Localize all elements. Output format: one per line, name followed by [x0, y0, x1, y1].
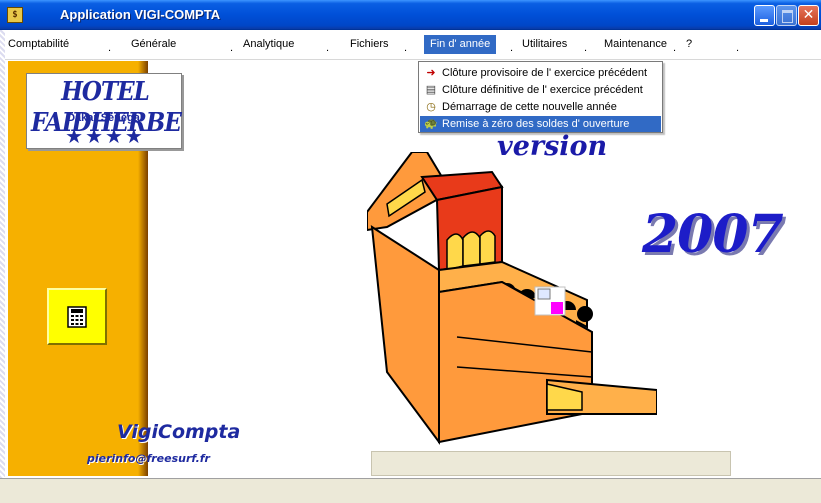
clock-icon: ◷: [426, 101, 436, 113]
brand-email[interactable]: pierinfo@freesurf.fr: [87, 452, 210, 465]
window-title: Application VIGI-COMPTA: [60, 7, 221, 22]
maximize-button[interactable]: [776, 5, 797, 26]
menu-separator: .: [404, 42, 408, 54]
dropdown-item-label: Clôture définitive de l' exercice précéd…: [442, 84, 643, 96]
menu-fichiers[interactable]: Fichiers: [350, 38, 389, 50]
archive-icon: ▤: [425, 84, 437, 96]
dropdown-item-cloture-definitive[interactable]: ▤ Clôture définitive de l' exercice préc…: [420, 82, 661, 98]
status-bar: [0, 478, 821, 503]
minimize-button[interactable]: [754, 5, 775, 26]
menu-bar: Comptabilité . Générale . Analytique . F…: [0, 30, 821, 60]
dropdown-item-label: Clôture provisoire de l' exercice précéd…: [442, 67, 648, 79]
close-icon: ✕: [802, 7, 815, 23]
menu-separator: .: [584, 42, 588, 54]
menu-separator: .: [326, 42, 330, 54]
menu-separator: .: [230, 42, 234, 54]
menu-maintenance[interactable]: Maintenance: [604, 38, 667, 50]
menu-fin-annee[interactable]: Fin d' année: [424, 35, 497, 54]
menu-separator: .: [108, 42, 112, 54]
dropdown-item-label: Remise à zéro des soldes d' ouverture: [442, 118, 630, 130]
dropdown-item-cloture-provisoire[interactable]: ➜ Clôture provisoire de l' exercice préc…: [420, 65, 661, 81]
app-window: $ Application VIGI-COMPTA ✕ Comptabilité…: [0, 0, 821, 503]
hotel-logo: HOTEL FAIDHERBE Dakar Sénégal ★★★★: [26, 73, 182, 149]
fin-annee-dropdown: ➜ Clôture provisoire de l' exercice préc…: [418, 61, 663, 133]
exit-arrow-icon: ➜: [426, 67, 436, 79]
version-year: 2007: [642, 204, 784, 265]
window-frame: [0, 30, 5, 478]
dropdown-item-remise-a-zero[interactable]: 🐢 Remise à zéro des soldes d' ouverture: [420, 116, 661, 132]
dropdown-item-label: Démarrage de cette nouvelle année: [442, 101, 617, 113]
menu-separator: .: [736, 42, 740, 54]
menu-comptabilite[interactable]: Comptabilité: [8, 38, 69, 50]
menu-generale[interactable]: Générale: [131, 38, 176, 50]
hotel-location: Dakar Sénégal: [67, 112, 143, 124]
menu-utilitaires[interactable]: Utilitaires: [522, 38, 567, 50]
menu-separator: .: [510, 42, 514, 54]
menu-separator: .: [673, 42, 677, 54]
app-icon[interactable]: $: [7, 7, 23, 23]
dropdown-item-demarrage[interactable]: ◷ Démarrage de cette nouvelle année: [420, 99, 661, 115]
title-bar[interactable]: $ Application VIGI-COMPTA ✕: [0, 0, 821, 30]
cash-register-illustration: [367, 152, 657, 446]
calculator-icon: [67, 306, 87, 328]
menu-help[interactable]: ?: [686, 38, 692, 50]
hotel-stars: ★★★★: [65, 124, 145, 148]
turtle-icon: 🐢: [424, 118, 438, 130]
brand-name: VigiCompta: [117, 421, 241, 443]
content-panel: [371, 451, 731, 476]
menu-analytique[interactable]: Analytique: [243, 38, 294, 50]
close-button[interactable]: ✕: [798, 5, 819, 26]
calculator-button[interactable]: [47, 288, 107, 345]
